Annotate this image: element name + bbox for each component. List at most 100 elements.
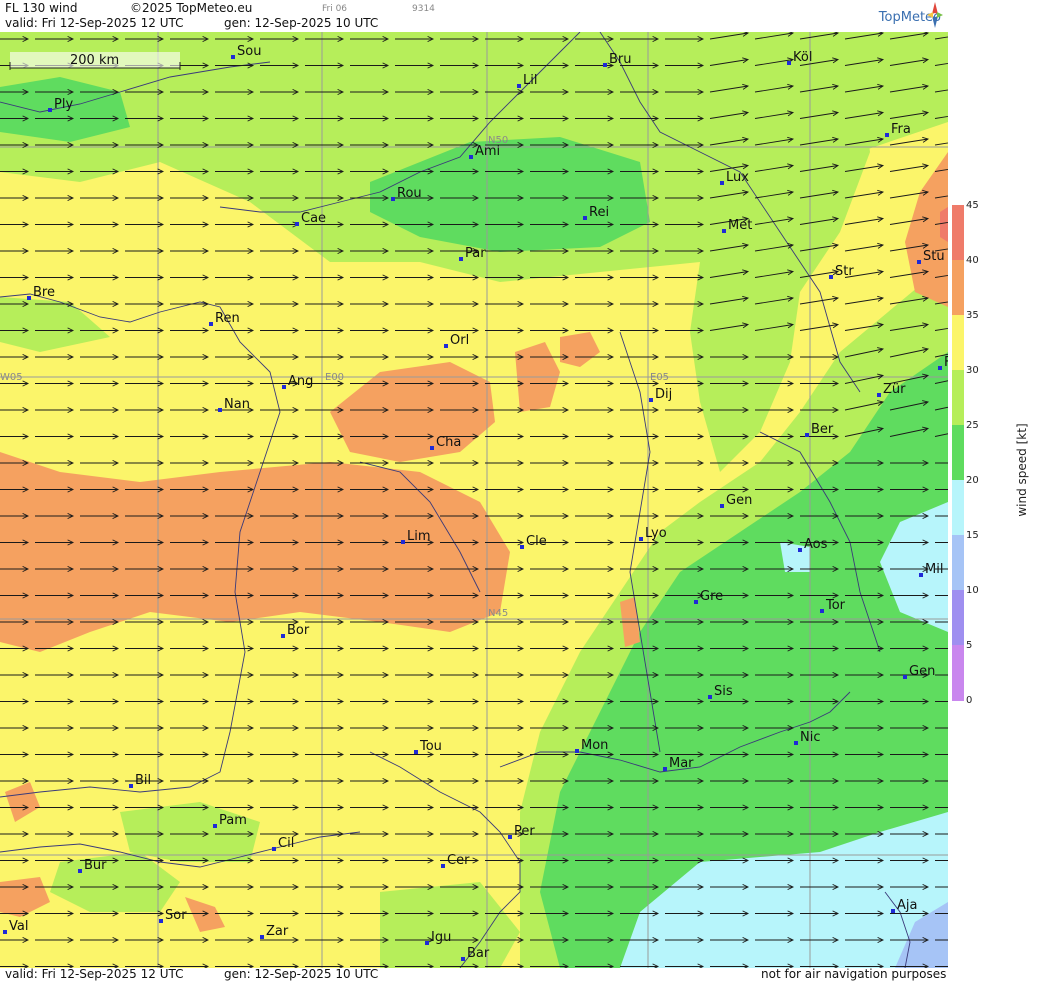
city-label: Mar	[669, 756, 694, 771]
city-marker	[430, 446, 434, 450]
city-label: Cha	[436, 435, 461, 450]
city-marker	[218, 408, 222, 412]
city-marker	[787, 61, 791, 65]
legend-swatch-0-5	[952, 645, 964, 701]
city-label: Met	[728, 218, 752, 233]
city-label: Ren	[215, 311, 240, 326]
city-marker	[272, 847, 276, 851]
city-marker	[520, 545, 524, 549]
city-label: Cer	[447, 853, 470, 868]
legend-swatch-35-40	[952, 260, 964, 315]
city-marker	[295, 222, 299, 226]
city-marker	[877, 393, 881, 397]
city-marker	[27, 296, 31, 300]
city-label: Ber	[811, 422, 834, 437]
city-marker	[794, 741, 798, 745]
city-label: Ami	[475, 144, 500, 159]
city-marker	[469, 155, 473, 159]
legend-tick-0: 0	[966, 695, 973, 706]
city-label: Nan	[224, 397, 250, 412]
city-marker	[805, 433, 809, 437]
city-marker	[425, 941, 429, 945]
scale-bar-label: 200 km	[70, 53, 119, 68]
city-marker	[282, 385, 286, 389]
legend-tick-10: 10	[966, 585, 979, 596]
city-label: Bre	[33, 285, 55, 300]
city-pam: Pam	[213, 813, 247, 828]
city-marker	[441, 864, 445, 868]
city-marker	[708, 695, 712, 699]
city-marker	[231, 55, 235, 59]
city-marker	[129, 784, 133, 788]
generation-time-footer: gen: 12-Sep-2025 10 UTC	[224, 967, 379, 981]
city-marker	[820, 609, 824, 613]
logo-compass-icon	[927, 2, 943, 28]
grid-label-n45: N45	[488, 608, 508, 619]
city-label: Str	[835, 264, 854, 279]
city-label: Ang	[288, 374, 313, 389]
city-marker	[508, 835, 512, 839]
city-marker	[78, 869, 82, 873]
city-label: Tor	[825, 598, 846, 613]
legend-tick-35: 35	[966, 310, 979, 321]
legend-tick-40: 40	[966, 255, 979, 266]
city-label: Orl	[450, 333, 469, 348]
city-label: Fra	[891, 122, 911, 137]
legend-tick-25: 25	[966, 420, 979, 431]
city-marker	[722, 229, 726, 233]
city-label: Nic	[800, 730, 820, 745]
city-label: Lil	[523, 73, 537, 88]
city-label: Sou	[237, 44, 261, 59]
city-label: Tou	[419, 739, 442, 754]
city-marker	[260, 935, 264, 939]
wind-map: N50 N45 W05 E00 E05 200 km SouBru KölPlyL…	[0, 32, 948, 968]
city-marker	[603, 63, 607, 67]
legend-swatch-15-20	[952, 480, 964, 535]
city-label: Zar	[266, 924, 289, 939]
valid-time-header: valid: Fri 12-Sep-2025 12 UTC	[5, 16, 184, 30]
legend-swatch-30-35	[952, 315, 964, 370]
city-label: Gen	[726, 493, 752, 508]
city-marker	[444, 344, 448, 348]
city-label: Stu	[923, 249, 945, 264]
product-title: FL 130 wind	[5, 1, 78, 15]
city-marker	[459, 257, 463, 261]
legend-tick-15: 15	[966, 530, 979, 541]
legend-tick-20: 20	[966, 475, 979, 486]
city-label: Bur	[84, 858, 107, 873]
city-label: Cil	[278, 836, 294, 851]
city-label: Gen	[909, 664, 935, 679]
city-label: Lux	[726, 170, 749, 185]
city-label: Dij	[655, 387, 672, 402]
city-label: Sor	[165, 908, 187, 923]
city-marker	[919, 573, 923, 577]
legend-tick-30: 30	[966, 365, 979, 376]
valid-time-footer: valid: Fri 12-Sep-2025 12 UTC	[5, 967, 184, 981]
city-marker	[3, 930, 7, 934]
city-label: Val	[9, 919, 28, 934]
city-label: Pam	[219, 813, 247, 828]
city-label: Köl	[793, 50, 812, 65]
city-marker	[798, 548, 802, 552]
city-label: Zür	[883, 382, 906, 397]
city-marker	[213, 824, 217, 828]
city-marker	[414, 750, 418, 754]
generation-time-header: gen: 12-Sep-2025 10 UTC	[224, 16, 379, 30]
city-label: Ply	[54, 97, 73, 112]
grid-label-e00: E00	[325, 372, 344, 383]
city-marker	[639, 537, 643, 541]
grid-label-w05: W05	[0, 372, 23, 383]
city-label: Mon	[581, 738, 608, 753]
disclaimer: not for air navigation purposes	[761, 967, 947, 981]
city-marker	[694, 600, 698, 604]
city-marker	[903, 675, 907, 679]
city-label: Aos	[804, 537, 828, 552]
copyright-text: ©2025 TopMeteo.eu	[130, 1, 253, 15]
city-marker	[829, 275, 833, 279]
city-marker	[209, 322, 213, 326]
city-marker	[517, 84, 521, 88]
city-marker	[461, 957, 465, 961]
city-label: Cae	[301, 211, 326, 226]
city-label: Rou	[397, 186, 422, 201]
legend-unit-label: wind speed [kt]	[1015, 423, 1029, 517]
